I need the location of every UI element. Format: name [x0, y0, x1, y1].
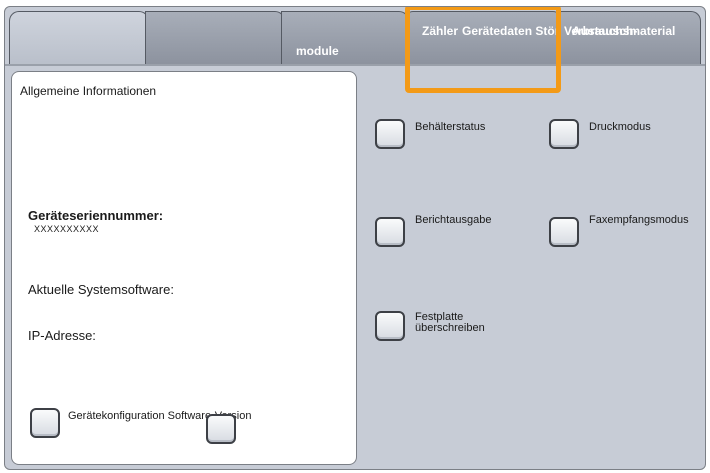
festplatte-label: Festplatte überschreiben [415, 312, 485, 334]
system-software-label: Aktuelle Systemsoftware: [28, 282, 174, 297]
software-version-button[interactable] [206, 414, 236, 444]
info-title: Allgemeine Informationen [20, 84, 157, 98]
tab-austausch-label: Austausch- [572, 24, 638, 38]
druckmodus-label: Druckmodus [589, 121, 651, 133]
behaelterstatus-button[interactable] [375, 119, 405, 149]
faxempfangsmodus-button[interactable] [549, 217, 579, 247]
main-window: module Zähler Gerätedaten Störungen Verb… [4, 6, 706, 470]
tab-strip-divider [5, 64, 705, 66]
faxempfangsmodus-label: Faxempfangsmodus [589, 214, 689, 226]
general-info-panel: Allgemeine Informationen Geräteseriennum… [11, 71, 357, 465]
serial-number-value: XXXXXXXXXX [34, 224, 100, 234]
festplatte-button[interactable] [375, 311, 405, 341]
berichtausgabe-button[interactable] [375, 217, 405, 247]
festplatte-label-line2: überschreiben [415, 322, 485, 334]
tab-1[interactable] [9, 11, 149, 65]
druckmodus-button[interactable] [549, 119, 579, 149]
serial-number-label: Geräteseriennummer: [28, 208, 164, 223]
tab-zaehler-label: Zähler [422, 24, 459, 38]
tab-module-label: module [296, 44, 339, 58]
tab-module[interactable]: module [281, 11, 409, 65]
behaelterstatus-label: Behälterstatus [415, 121, 486, 133]
tab-verbrauchsmaterial[interactable]: Verbrauchsmaterial Austausch- [557, 11, 701, 65]
berichtausgabe-label: Berichtausgabe [415, 214, 492, 226]
ip-address-label: IP-Adresse: [28, 328, 96, 343]
tab-geraetedaten[interactable]: Zähler Gerätedaten Störungen [405, 11, 595, 65]
device-config-button[interactable] [30, 408, 60, 438]
tab-2[interactable] [145, 11, 285, 65]
